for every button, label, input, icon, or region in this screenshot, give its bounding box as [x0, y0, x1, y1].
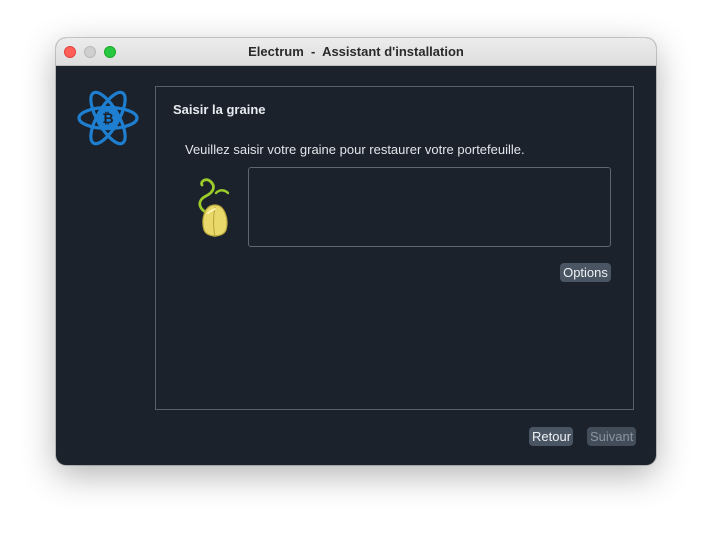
seed-input[interactable] [248, 167, 611, 247]
zoom-window-button[interactable] [104, 46, 116, 58]
electrum-logo-icon: ₿ [77, 90, 139, 146]
title-bar[interactable]: Electrum - Assistant d'installation [56, 38, 656, 66]
svg-text:₿: ₿ [102, 111, 113, 127]
window-title: Electrum - Assistant d'installation [248, 44, 464, 59]
seed-panel: Saisir la graine Veuillez saisir votre g… [155, 86, 634, 410]
seed-instruction: Veuillez saisir votre graine pour restau… [185, 142, 525, 157]
close-window-button[interactable] [64, 46, 76, 58]
minimize-window-button[interactable] [84, 46, 96, 58]
seed-sprout-icon [198, 178, 230, 238]
panel-title: Saisir la graine [173, 102, 266, 117]
back-button[interactable]: Retour [529, 427, 573, 446]
next-button[interactable]: Suivant [587, 427, 636, 446]
options-button[interactable]: Options [560, 263, 611, 282]
installer-window: Electrum - Assistant d'installation ₿ Sa… [56, 38, 656, 465]
